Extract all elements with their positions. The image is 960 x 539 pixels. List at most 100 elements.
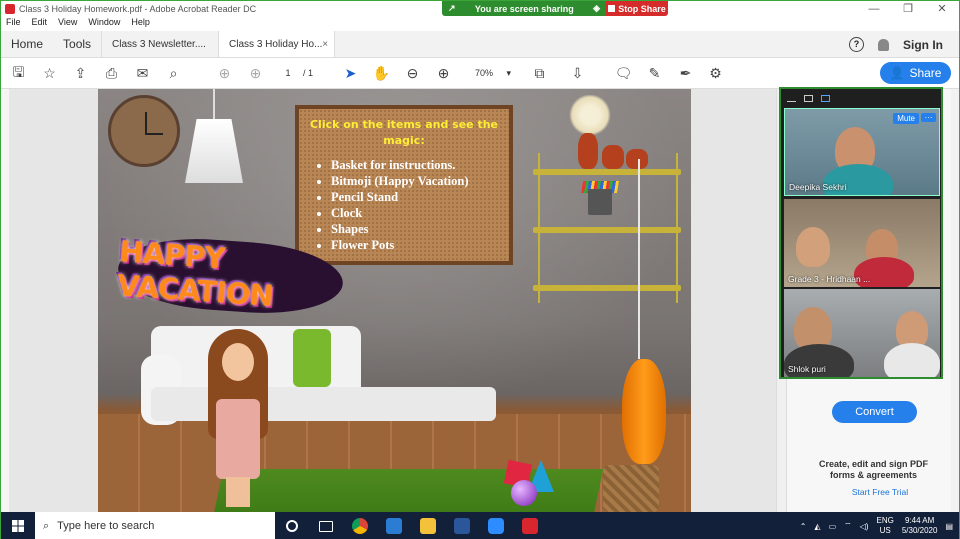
tab-document-holiday[interactable]: Class 3 Holiday Ho... ×: [218, 31, 336, 57]
highlight-icon[interactable]: ✎: [646, 65, 663, 82]
start-button[interactable]: [1, 512, 35, 539]
minimize-button[interactable]: —: [857, 1, 891, 17]
video-tile[interactable]: Shlok puri: [784, 289, 940, 377]
save-icon[interactable]: 🖫: [10, 64, 27, 82]
page-up-icon[interactable]: ⊕: [216, 65, 233, 82]
language-code: ENG: [876, 516, 894, 525]
tray-chevron-icon[interactable]: ⌃: [800, 522, 807, 531]
shape-sphere[interactable]: [511, 480, 537, 506]
flower-pot[interactable]: [602, 145, 624, 169]
lamp-cord: [213, 89, 215, 119]
hand-icon[interactable]: ✋: [373, 65, 390, 82]
zoom-select[interactable]: 70%: [465, 65, 517, 81]
participant-video: [796, 227, 830, 267]
sign-in-link[interactable]: Sign In: [903, 38, 943, 52]
task-view-icon[interactable]: [309, 512, 343, 539]
pdf-page[interactable]: Click on the items and see the magic: Ba…: [98, 89, 691, 512]
stop-share-label: Stop Share: [618, 3, 666, 14]
cortana-icon[interactable]: [275, 512, 309, 539]
taskbar-search-input[interactable]: ⌕ Type here to search: [35, 512, 275, 539]
sign-icon[interactable]: ✒: [677, 65, 694, 82]
zoom-out-icon[interactable]: ⊖: [404, 65, 421, 82]
notifications-icon[interactable]: ▤: [945, 522, 959, 531]
stop-share-button[interactable]: Stop Share: [606, 1, 668, 16]
acrobat-app-icon[interactable]: [513, 512, 547, 539]
tab-tools[interactable]: Tools: [53, 31, 101, 57]
upload-icon[interactable]: ⇪: [72, 65, 89, 82]
list-item: Bitmoji (Happy Vacation): [331, 173, 499, 189]
star-icon[interactable]: ☆: [41, 65, 58, 82]
tray-volume-icon[interactable]: ◁): [860, 522, 869, 531]
more-tools-icon[interactable]: ⚙: [707, 65, 724, 82]
gallery-view-icon[interactable]: [821, 94, 830, 102]
taskbar-clock[interactable]: 9:44 AM 5/30/2020: [902, 516, 938, 536]
page-number-input[interactable]: 1: [277, 65, 299, 81]
participant-more-button[interactable]: ···: [921, 113, 936, 122]
tray-battery-icon[interactable]: ▭: [829, 522, 837, 531]
comment-icon[interactable]: 🗨: [615, 65, 633, 82]
word-icon[interactable]: [445, 512, 479, 539]
tab-home[interactable]: Home: [1, 31, 53, 57]
convert-button[interactable]: Convert: [832, 401, 917, 423]
minimize-video-icon[interactable]: [787, 95, 796, 102]
window-title: Class 3 Holiday Homework.pdf - Adobe Acr…: [19, 4, 257, 14]
system-tray: ⌃ ◭ ▭ ⌔ ◁) ENG US 9:44 AM 5/30/2020 ▤: [800, 512, 959, 539]
video-tile[interactable]: Mute ··· Deepika Sekhri: [784, 108, 940, 196]
basket[interactable]: [603, 465, 659, 512]
menu-edit[interactable]: Edit: [27, 17, 54, 31]
board-list: Basket for instructions. Bitmoji (Happy …: [331, 157, 499, 253]
close-tab-icon[interactable]: ×: [322, 31, 328, 57]
tray-network-icon[interactable]: ◭: [814, 522, 820, 531]
sharing-status[interactable]: ↗ You are screen sharing ◈: [442, 1, 606, 16]
flower-pot[interactable]: [578, 133, 598, 169]
language-indicator[interactable]: ENG US: [877, 516, 894, 536]
video-tile[interactable]: Grade 3 - Hridhaan ...: [784, 199, 940, 287]
pillow: [293, 329, 331, 387]
mail-app-icon[interactable]: [377, 512, 411, 539]
flower-pot[interactable]: [626, 149, 648, 169]
search-icon: ⌕: [43, 519, 50, 532]
pencil-stand[interactable]: [588, 189, 612, 215]
flowers: [568, 95, 612, 135]
mute-participant-button[interactable]: Mute: [893, 113, 919, 124]
restore-button[interactable]: ❐: [891, 1, 925, 17]
help-icon[interactable]: ?: [849, 37, 864, 52]
participant-name: Deepika Sekhri: [789, 182, 847, 192]
instruction-board: Click on the items and see the magic: Ba…: [295, 105, 513, 265]
tray-wifi-icon[interactable]: ⌔: [844, 521, 852, 531]
menu-file[interactable]: File: [1, 17, 27, 31]
clock-image[interactable]: [108, 95, 180, 167]
page-down-icon[interactable]: ⊕: [247, 65, 264, 82]
select-cursor-icon[interactable]: ➤: [342, 65, 359, 82]
zoom-search-icon[interactable]: ⌕: [165, 65, 182, 82]
single-view-icon[interactable]: [804, 94, 813, 102]
close-window-button[interactable]: ✕: [925, 1, 959, 17]
menu-view[interactable]: View: [53, 17, 83, 31]
zoom-in-icon[interactable]: ⊕: [435, 65, 452, 82]
stop-icon: [608, 5, 616, 12]
participant-video: [884, 343, 940, 377]
start-trial-link[interactable]: Start Free Trial: [806, 487, 954, 497]
screen-share-banner: ↗ You are screen sharing ◈ Stop Share: [442, 1, 668, 16]
sharing-status-text: You are screen sharing: [474, 3, 574, 14]
menu-window[interactable]: Window: [83, 17, 126, 31]
file-explorer-icon[interactable]: [411, 512, 445, 539]
bitmoji[interactable]: [208, 329, 268, 507]
notification-bell-icon[interactable]: [878, 38, 889, 51]
scroll-mode-icon[interactable]: ⇩: [569, 65, 586, 82]
participant-name: Shlok puri: [788, 364, 826, 374]
menu-help[interactable]: Help: [126, 17, 156, 31]
sofa-seat: [151, 387, 496, 421]
windows-taskbar: ⌕ Type here to search ⌃ ◭ ▭ ⌔ ◁) ENG US …: [1, 512, 959, 539]
region-code: US: [879, 526, 891, 535]
share-button[interactable]: 👤 Share: [880, 62, 951, 84]
right-pane-scrollbar[interactable]: [951, 89, 959, 512]
left-panel-toggle[interactable]: [1, 89, 9, 512]
share-arrow-icon: ↗: [448, 3, 456, 13]
zoom-app-icon[interactable]: [479, 512, 513, 539]
tab-document-newsletter[interactable]: Class 3 Newsletter....: [101, 31, 218, 57]
print-icon[interactable]: ⎙: [103, 65, 120, 82]
chrome-icon[interactable]: [343, 512, 377, 539]
fit-page-icon[interactable]: ⧉: [531, 65, 548, 82]
mail-icon[interactable]: ✉: [134, 65, 151, 82]
